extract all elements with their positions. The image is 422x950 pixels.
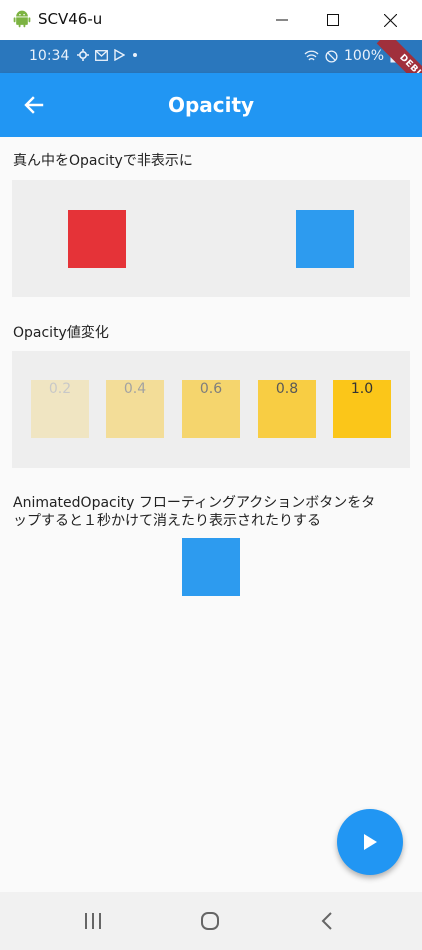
opacity-box-0-4: 0.4 — [106, 380, 164, 438]
android-icon — [13, 10, 31, 28]
maximize-icon — [327, 14, 339, 26]
close-icon — [383, 13, 397, 27]
mail-notification-icon — [95, 49, 108, 61]
back-button[interactable] — [314, 908, 340, 934]
section-heading-opacity-values: Opacity値変化 — [13, 325, 109, 341]
maximize-button[interactable] — [305, 0, 361, 40]
content-area: 真ん中をOpacityで非表示に Opacity値変化 0.2 0.4 0.6 … — [0, 137, 422, 892]
animated-heading-line1: AnimatedOpacity フローティングアクションボタンをタ — [13, 495, 376, 511]
window-title: SCV46-u — [38, 10, 103, 28]
opacity-box-1-0: 1.0 — [333, 380, 391, 438]
dot-icon — [133, 53, 137, 57]
animated-blue-square — [182, 538, 240, 596]
status-time: 10:34 — [29, 48, 70, 64]
settings-notification-icon — [77, 49, 89, 61]
wifi-icon — [304, 50, 319, 60]
status-bar: 10:34 100% — [0, 40, 422, 73]
hide-middle-panel — [12, 180, 410, 297]
red-square — [68, 210, 126, 268]
back-icon — [321, 912, 332, 930]
window-title-bar: SCV46-u — [0, 0, 422, 41]
minimize-icon — [276, 19, 288, 21]
app-bar: Opacity — [0, 73, 422, 137]
opacity-label: 0.2 — [48, 381, 72, 397]
close-button[interactable] — [362, 0, 418, 40]
recent-apps-icon — [85, 913, 101, 929]
section-heading-hide-middle: 真ん中をOpacityで非表示に — [13, 153, 193, 169]
home-button[interactable] — [197, 908, 223, 934]
home-icon — [201, 912, 219, 930]
recent-apps-button[interactable] — [80, 908, 106, 934]
play-fab-button[interactable] — [337, 809, 403, 875]
page-title: Opacity — [167, 93, 255, 117]
opacity-label: 0.6 — [199, 381, 223, 397]
opacity-label: 0.8 — [275, 381, 299, 397]
opacity-label: 0.4 — [123, 381, 147, 397]
opacity-box-0-6: 0.6 — [182, 380, 240, 438]
play-store-notification-icon — [114, 49, 125, 61]
blue-square — [296, 210, 354, 268]
animated-heading-line2: ップすると１秒かけて消えたり表示されたりする — [13, 513, 321, 529]
navigation-bar — [0, 892, 422, 950]
opacity-values-panel: 0.2 0.4 0.6 0.8 1.0 — [12, 351, 410, 468]
opacity-box-0-2: 0.2 — [31, 380, 89, 438]
section-heading-animated: AnimatedOpacity フローティングアクションボタンをタ ップすると１… — [13, 494, 375, 530]
play-icon — [364, 834, 377, 850]
status-notification-icons — [77, 49, 139, 61]
do-not-disturb-icon — [325, 49, 338, 63]
minimize-button[interactable] — [254, 0, 310, 40]
opacity-label: 1.0 — [350, 381, 374, 397]
opacity-box-0-8: 0.8 — [258, 380, 316, 438]
